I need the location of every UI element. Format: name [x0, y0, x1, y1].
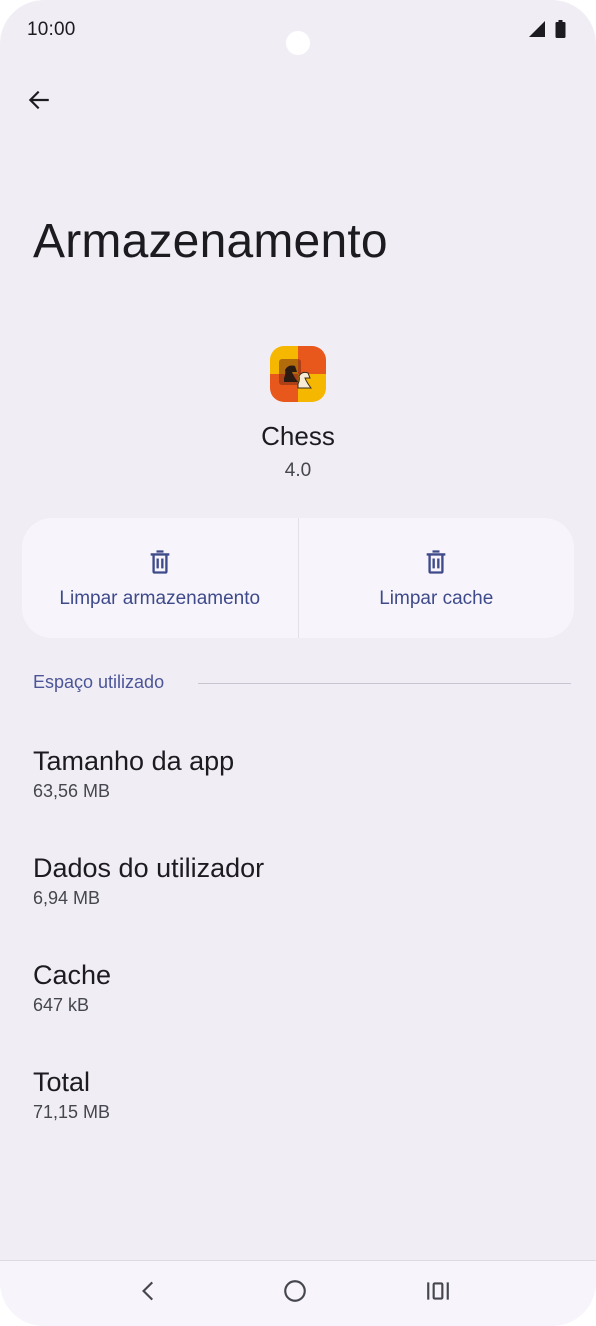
chess-app-icon	[270, 346, 326, 402]
camera-cutout	[286, 31, 310, 55]
phone-screen: 10:00 Armazenamento Chess 4.0 Limpar arm…	[0, 0, 596, 1326]
back-button[interactable]	[18, 80, 60, 120]
status-icons	[528, 20, 566, 38]
row-title: Tamanho da app	[33, 746, 235, 776]
row-title: Total	[33, 1067, 91, 1097]
row-title: Dados do utilizador	[33, 853, 265, 883]
row-value: 647 kB	[33, 995, 90, 1015]
trash-icon	[150, 550, 170, 574]
home-circle-icon	[284, 1280, 306, 1302]
clear-cache-label: Limpar cache	[379, 588, 494, 609]
status-time: 10:00	[27, 19, 76, 40]
signal-icon	[529, 21, 545, 37]
section-header-space-used: Espaço utilizado	[33, 672, 165, 692]
page-title: Armazenamento	[33, 215, 388, 268]
storage-row-user-data: Dados do utilizador 6,94 MB	[33, 851, 553, 909]
status-bar: 10:00	[0, 0, 596, 62]
clear-storage-label: Limpar armazenamento	[59, 588, 261, 609]
nav-home-button[interactable]	[277, 1275, 313, 1307]
row-value: 71,15 MB	[33, 1102, 111, 1122]
storage-row-total: Total 71,15 MB	[33, 1065, 553, 1123]
arrow-back-icon	[28, 90, 49, 110]
storage-row-cache: Cache 647 kB	[33, 958, 553, 1016]
chevron-left-icon	[142, 1281, 154, 1301]
row-title: Cache	[33, 960, 112, 990]
row-value: 6,94 MB	[33, 888, 101, 908]
clear-cache-button[interactable]: Limpar cache	[299, 518, 575, 638]
section-divider	[198, 683, 571, 684]
app-name: Chess	[261, 421, 335, 451]
row-value: 63,56 MB	[33, 781, 111, 801]
recents-icon	[427, 1282, 449, 1300]
trash-icon	[426, 550, 446, 574]
storage-actions-card: Limpar armazenamento Limpar cache	[22, 518, 574, 638]
nav-back-button[interactable]	[131, 1275, 167, 1307]
app-version: 4.0	[284, 460, 312, 481]
nav-recents-button[interactable]	[420, 1275, 456, 1307]
clear-storage-button[interactable]: Limpar armazenamento	[22, 518, 298, 638]
storage-row-app-size: Tamanho da app 63,56 MB	[33, 744, 553, 802]
navigation-bar	[0, 1260, 596, 1326]
battery-icon	[555, 20, 566, 38]
